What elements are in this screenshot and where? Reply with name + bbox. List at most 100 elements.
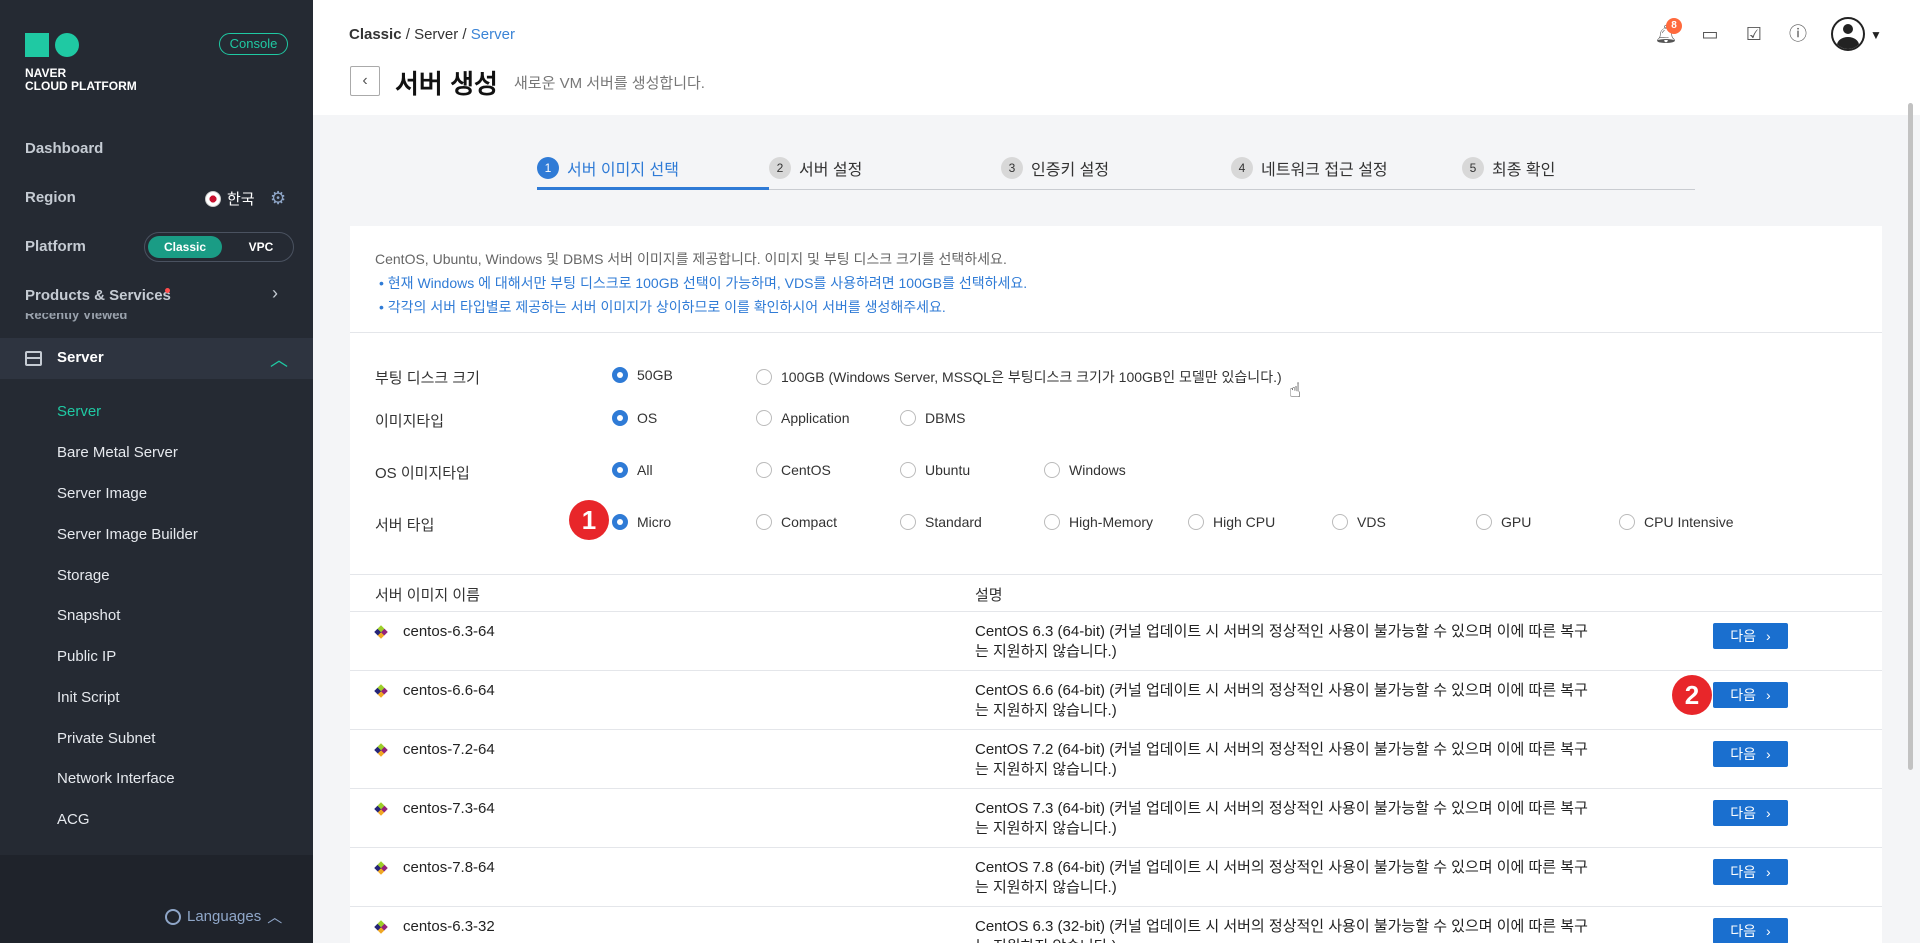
- region-value: 한국: [227, 191, 255, 208]
- chevron-right-icon[interactable]: ›: [272, 283, 278, 304]
- radio-label: VDS: [1357, 514, 1386, 530]
- step-number: 5: [1462, 157, 1484, 179]
- info-icon[interactable]: ⓘ: [1786, 22, 1810, 46]
- chevron-right-icon: ›: [1766, 864, 1771, 880]
- radio-label: CPU Intensive: [1644, 514, 1734, 530]
- next-button[interactable]: 다음 ›: [1713, 859, 1788, 885]
- sidebar-item-server[interactable]: Server: [57, 403, 101, 420]
- chevron-up-icon: ︿: [267, 909, 283, 926]
- sidebar-server-section[interactable]: Server ︿: [0, 338, 313, 379]
- console-badge[interactable]: Console: [219, 33, 288, 55]
- os-type-ubuntu-radio[interactable]: Ubuntu: [900, 462, 970, 478]
- server-type-standard-radio[interactable]: Standard: [900, 514, 982, 530]
- radio-circle: [1188, 514, 1204, 530]
- divider: [350, 574, 1882, 575]
- server-type-compact-radio[interactable]: Compact: [756, 514, 837, 530]
- languages-selector[interactable]: Languages ︿: [165, 906, 282, 927]
- table-row: centos-7.3-64 CentOS 7.3 (64-bit) (커널 업데…: [350, 789, 1882, 848]
- info-intro: CentOS, Ubuntu, Windows 및 DBMS 서버 이미지를 제…: [375, 251, 1007, 267]
- page-scrollbar[interactable]: [1908, 103, 1913, 770]
- step-auth-key[interactable]: 3 인증키 설정: [1001, 156, 1109, 180]
- next-button[interactable]: 다음 ›: [1713, 682, 1788, 708]
- image-type-os-radio[interactable]: OS: [612, 410, 657, 426]
- server-type-cpu-intensive-radio[interactable]: CPU Intensive: [1619, 514, 1733, 530]
- radio-circle: [900, 462, 916, 478]
- sidebar-item-init-script[interactable]: Init Script: [57, 689, 120, 706]
- info-bullet-1: • 현재 Windows 에 대해서만 부팅 디스크로 100GB 선택이 가능…: [379, 275, 1028, 291]
- breadcrumb: Classic / Server / Server: [349, 26, 515, 43]
- checklist-icon[interactable]: ☑: [1742, 22, 1766, 46]
- chevron-up-icon[interactable]: ︿: [270, 346, 288, 372]
- sidebar-dashboard[interactable]: Dashboard: [25, 140, 103, 157]
- sidebar-item-acg[interactable]: ACG: [57, 811, 90, 828]
- sidebar-item-storage[interactable]: Storage: [57, 567, 110, 584]
- next-button[interactable]: 다음 ›: [1713, 918, 1788, 943]
- platform-classic-option[interactable]: Classic: [148, 236, 222, 258]
- radio-label: DBMS: [925, 410, 966, 426]
- radio-circle: [612, 367, 628, 383]
- radio-label: Compact: [781, 514, 838, 530]
- next-button[interactable]: 다음 ›: [1713, 741, 1788, 767]
- platform-toggle[interactable]: Classic VPC: [144, 232, 294, 262]
- chevron-right-icon: ›: [1766, 628, 1771, 644]
- radio-circle: [900, 514, 916, 530]
- sidebar-products-services[interactable]: Products & Services: [25, 287, 171, 304]
- image-selection-panel: CentOS, Ubuntu, Windows 및 DBMS 서버 이미지를 제…: [350, 226, 1882, 943]
- sidebar: NAVER CLOUD PLATFORM Console Dashboard R…: [0, 0, 313, 943]
- os-type-all-radio[interactable]: All: [612, 462, 653, 478]
- radio-circle: [612, 462, 628, 478]
- back-button[interactable]: ‹: [350, 66, 380, 96]
- os-type-windows-radio[interactable]: Windows: [1044, 462, 1126, 478]
- server-type-vds-radio[interactable]: VDS: [1332, 514, 1386, 530]
- platform-vpc-option[interactable]: VPC: [233, 236, 289, 258]
- step-network-access[interactable]: 4 네트워크 접근 설정: [1231, 156, 1388, 180]
- step-final-confirm[interactable]: 5 최종 확인: [1462, 156, 1555, 180]
- image-name: centos-6.6-64: [403, 682, 495, 699]
- image-type-dbms-radio[interactable]: DBMS: [900, 410, 965, 426]
- os-type-centos-radio[interactable]: CentOS: [756, 462, 831, 478]
- sidebar-item-server-image[interactable]: Server Image: [57, 485, 147, 502]
- radio-label: Windows: [1069, 462, 1126, 478]
- image-name: centos-7.8-64: [403, 859, 495, 876]
- server-type-micro-radio[interactable]: Micro: [612, 514, 671, 530]
- server-type-gpu-radio[interactable]: GPU: [1476, 514, 1531, 530]
- step-number: 3: [1001, 157, 1023, 179]
- boot-disk-100gb-radio[interactable]: 100GB (Windows Server, MSSQL은 부팅디스크 크기가 …: [756, 367, 1282, 387]
- gear-icon[interactable]: ⚙: [270, 188, 286, 209]
- notification-count-badge: 8: [1666, 18, 1682, 34]
- radio-label: Standard: [925, 514, 982, 530]
- server-type-high-cpu-radio[interactable]: High CPU: [1188, 514, 1275, 530]
- step-number: 1: [537, 157, 559, 179]
- sidebar-item-network-interface[interactable]: Network Interface: [57, 770, 175, 787]
- radio-circle: [756, 410, 772, 426]
- image-type-application-radio[interactable]: Application: [756, 410, 850, 426]
- next-button[interactable]: 다음 ›: [1713, 800, 1788, 826]
- sidebar-item-snapshot[interactable]: Snapshot: [57, 607, 120, 624]
- step-label: 서버 이미지 선택: [567, 162, 679, 179]
- sidebar-item-bare-metal-server[interactable]: Bare Metal Server: [57, 444, 178, 461]
- avatar[interactable]: [1831, 17, 1865, 51]
- step-server-image[interactable]: 1 서버 이미지 선택: [537, 156, 679, 180]
- next-button[interactable]: 다음 ›: [1713, 623, 1788, 649]
- sidebar-item-public-ip[interactable]: Public IP: [57, 648, 116, 665]
- breadcrumb-server[interactable]: Server: [414, 26, 458, 43]
- region-selector[interactable]: 한국: [205, 188, 255, 209]
- table-row: centos-6.6-64 CentOS 6.6 (64-bit) (커널 업데…: [350, 671, 1882, 730]
- column-header-image-name: 서버 이미지 이름: [375, 587, 480, 604]
- sidebar-item-server-image-builder[interactable]: Server Image Builder: [57, 526, 198, 543]
- step-label: 인증키 설정: [1031, 162, 1110, 179]
- chevron-down-icon[interactable]: ▼: [1870, 28, 1882, 42]
- languages-label: Languages: [187, 908, 262, 925]
- radio-circle: [900, 410, 916, 426]
- image-name: centos-7.2-64: [403, 741, 495, 758]
- boot-disk-50gb-radio[interactable]: 50GB: [612, 367, 673, 383]
- chat-icon[interactable]: ▭: [1698, 22, 1722, 46]
- image-description: CentOS 7.8 (64-bit) (커널 업데이트 시 서버의 정상적인 …: [975, 859, 1588, 896]
- step-label: 네트워크 접근 설정: [1261, 162, 1388, 179]
- server-type-high-memory-radio[interactable]: High-Memory: [1044, 514, 1153, 530]
- image-description: CentOS 6.6 (64-bit) (커널 업데이트 시 서버의 정상적인 …: [975, 682, 1588, 719]
- breadcrumb-classic[interactable]: Classic: [349, 26, 402, 43]
- step-server-settings[interactable]: 2 서버 설정: [769, 156, 862, 180]
- divider: [350, 332, 1882, 333]
- sidebar-item-private-subnet[interactable]: Private Subnet: [57, 730, 155, 747]
